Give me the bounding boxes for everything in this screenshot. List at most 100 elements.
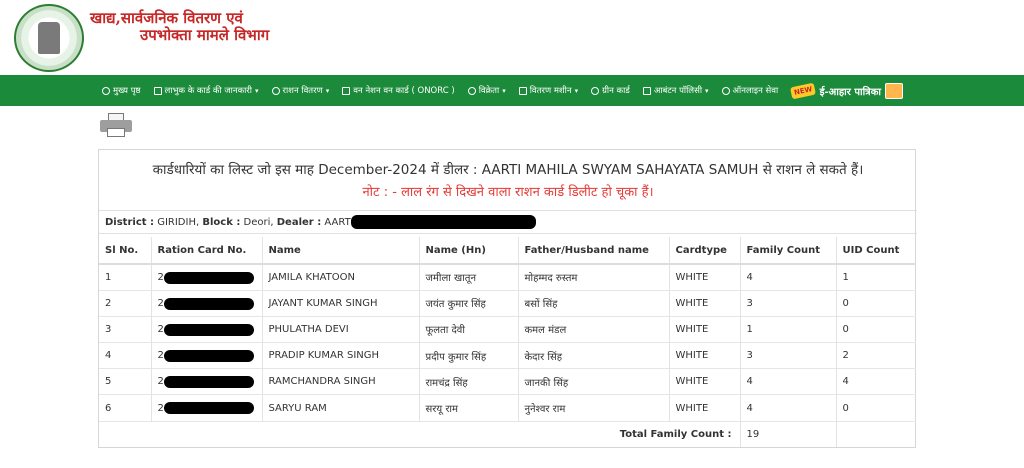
cell-name-hn: जयंत कुमार सिंह bbox=[419, 289, 519, 317]
redaction-block bbox=[163, 350, 254, 363]
cell-family: 4 bbox=[740, 263, 837, 291]
cell-cardtype: WHITE bbox=[669, 394, 741, 422]
ration-card-prefix: 2 bbox=[157, 376, 164, 388]
cell-name-hn: जमीला खातून bbox=[419, 263, 519, 291]
main-navbar: मुख्य पृष्ठ लाभुक के कार्ड की जानकारी ▾ राश… bbox=[0, 75, 1024, 106]
column-header: UID Count bbox=[836, 237, 916, 265]
cell-cardtype: WHITE bbox=[669, 289, 741, 317]
ration-card-cell: 2 bbox=[151, 368, 263, 395]
dealer-label: Dealer : bbox=[276, 217, 322, 228]
department-title: खाद्य,सार्वजनिक वितरण एवं उपभोक्ता मामले… bbox=[90, 10, 269, 44]
nav-item-5[interactable]: वितरण मशीन ▾ bbox=[518, 85, 579, 96]
cell-name: JAMILA KHATOON bbox=[262, 263, 420, 291]
ration-card-prefix: 2 bbox=[157, 350, 164, 362]
caret-down-icon: ▾ bbox=[254, 86, 259, 95]
caret-down-icon: ▾ bbox=[705, 86, 709, 95]
redaction-block bbox=[163, 323, 254, 336]
nav-item-label: आबंटन पॉलिसी bbox=[653, 86, 703, 96]
user-icon bbox=[467, 86, 476, 95]
cell-father: कमल मंडल bbox=[518, 315, 670, 343]
site-header: खाद्य,सार्वजनिक वितरण एवं उपभोक्ता मामले… bbox=[0, 0, 1024, 75]
state-emblem-icon bbox=[14, 4, 84, 72]
ration-card-cell: 2 bbox=[151, 289, 263, 317]
redaction-block bbox=[163, 297, 254, 310]
redaction-block bbox=[163, 402, 254, 415]
home-icon bbox=[102, 86, 110, 95]
caret-down-icon: ▾ bbox=[574, 86, 579, 95]
cell-family: 4 bbox=[740, 368, 837, 395]
cell-uid: 4 bbox=[836, 368, 916, 395]
machine-icon bbox=[518, 86, 527, 95]
globe-icon bbox=[721, 86, 730, 95]
nav-item-7[interactable]: आबंटन पॉलिसी ▾ bbox=[642, 85, 709, 96]
cell-uid: 0 bbox=[836, 315, 916, 343]
card-icon bbox=[153, 86, 162, 95]
dealer-value: AART bbox=[324, 217, 351, 228]
cell-cardtype: WHITE bbox=[669, 368, 741, 395]
nav-item-0[interactable]: मुख्य पृष्ठ bbox=[102, 85, 141, 96]
ration-card-cell: 2 bbox=[151, 342, 263, 369]
table-row: 2 2 JAYANT KUMAR SINGH जयंत कुमार सिंह बसों … bbox=[99, 289, 916, 317]
table-header-row: Sl No. Ration Card No. Name Name (Hn) Father… bbox=[99, 237, 916, 265]
table-row: 1 2 JAMILA KHATOON जमीला खातून मोहम्मद रुस्त… bbox=[99, 263, 916, 291]
location-info: District : GIRIDIH, Block : Deori, Deale… bbox=[99, 210, 917, 234]
redaction-block bbox=[350, 215, 536, 229]
cell-name: JAYANT KUMAR SINGH bbox=[262, 289, 420, 317]
nav-item-4[interactable]: विक्रेता ▾ bbox=[467, 85, 506, 96]
cell-family: 1 bbox=[740, 315, 837, 343]
printer-icon[interactable] bbox=[100, 113, 132, 137]
cell-name-hn: फूलता देवी bbox=[419, 315, 519, 343]
column-header: Father/Husband name bbox=[518, 237, 670, 265]
table-row: 3 2 PHULATHA DEVI फूलता देवी कमल मंडल WHITE 1 0 bbox=[99, 315, 916, 343]
nav-item-2[interactable]: राशन वितरण ▾ bbox=[271, 85, 329, 96]
report-heading: कार्डधारियों का लिस्ट जो इस माह December… bbox=[152, 162, 864, 178]
cell-father: नुनेश्वर राम bbox=[518, 394, 670, 422]
nav-item-3[interactable]: वन नेशन वन कार्ड ( ONORC ) bbox=[342, 85, 455, 96]
block-label: Block : bbox=[202, 217, 241, 228]
cell-sl: 3 bbox=[99, 315, 152, 343]
ration-card-prefix: 2 bbox=[157, 271, 164, 283]
cell-cardtype: WHITE bbox=[669, 342, 741, 369]
cell-uid: 2 bbox=[836, 342, 916, 369]
column-header: Sl No. bbox=[99, 237, 152, 265]
cell-uid: 1 bbox=[836, 263, 916, 291]
ration-card-prefix: 2 bbox=[157, 402, 164, 414]
cell-cardtype: WHITE bbox=[669, 263, 741, 291]
nav-item-label: वन नेशन वन कार्ड ( ONORC ) bbox=[353, 86, 455, 96]
nav-item-8[interactable]: ऑनलाइन सेवा bbox=[721, 85, 779, 96]
cell-uid: 0 bbox=[836, 289, 916, 317]
cell-sl: 6 bbox=[99, 394, 152, 422]
deleted-card-note: नोट : - लाल रंग से दिखने वाला राशन कार्ड… bbox=[362, 185, 654, 200]
nav-item-1[interactable]: लाभुक के कार्ड की जानकारी ▾ bbox=[153, 85, 259, 96]
table-row: 6 2 SARYU RAM सरयू राम नुनेश्वर राम WHITE 4 0 bbox=[99, 394, 916, 422]
nav-item-6[interactable]: ग्रीन कार्ड bbox=[591, 85, 630, 96]
column-header: Ration Card No. bbox=[151, 237, 263, 265]
total-family-count-value: 19 bbox=[740, 420, 837, 448]
cell-family: 3 bbox=[740, 342, 837, 369]
table-row: 5 2 RAMCHANDRA SINGH रामचंद्र सिंह जानकी सिं… bbox=[99, 368, 916, 395]
ration-card-prefix: 2 bbox=[157, 323, 164, 335]
total-family-count-label: Total Family Count : bbox=[99, 420, 741, 448]
book-icon[interactable] bbox=[884, 82, 903, 99]
district-label: District : bbox=[105, 217, 155, 228]
column-header: Name bbox=[262, 237, 420, 265]
department-title-line1: खाद्य,सार्वजनिक वितरण एवं bbox=[90, 9, 243, 27]
nav-item-label: लाभुक के कार्ड की जानकारी bbox=[164, 86, 252, 96]
cell-name: SARYU RAM bbox=[262, 394, 420, 422]
cell-name-hn: प्रदीप कुमार सिंह bbox=[419, 342, 519, 369]
cell-name: PHULATHA DEVI bbox=[262, 315, 420, 343]
cell-family: 3 bbox=[740, 289, 837, 317]
redaction-block bbox=[163, 376, 254, 389]
cell-cardtype: WHITE bbox=[669, 315, 741, 343]
ration-card-table: Sl No. Ration Card No. Name Name (Hn) Father… bbox=[99, 237, 916, 448]
new-badge: NEW bbox=[790, 82, 817, 99]
nav-item-label: ऑनलाइन सेवा bbox=[732, 86, 779, 96]
cell-father: मोहम्मद रुस्तम bbox=[518, 263, 670, 291]
nav-item-label: मुख्य पृष्ठ bbox=[113, 86, 141, 96]
eahar-link[interactable]: ई-आहार पात्रिका bbox=[820, 84, 881, 98]
column-header: Family Count bbox=[740, 237, 837, 265]
cell-sl: 1 bbox=[99, 263, 152, 291]
nav-item-label: विक्रेता bbox=[478, 86, 500, 96]
nav-item-label: राशन वितरण bbox=[282, 86, 323, 96]
globe-icon bbox=[342, 86, 351, 95]
